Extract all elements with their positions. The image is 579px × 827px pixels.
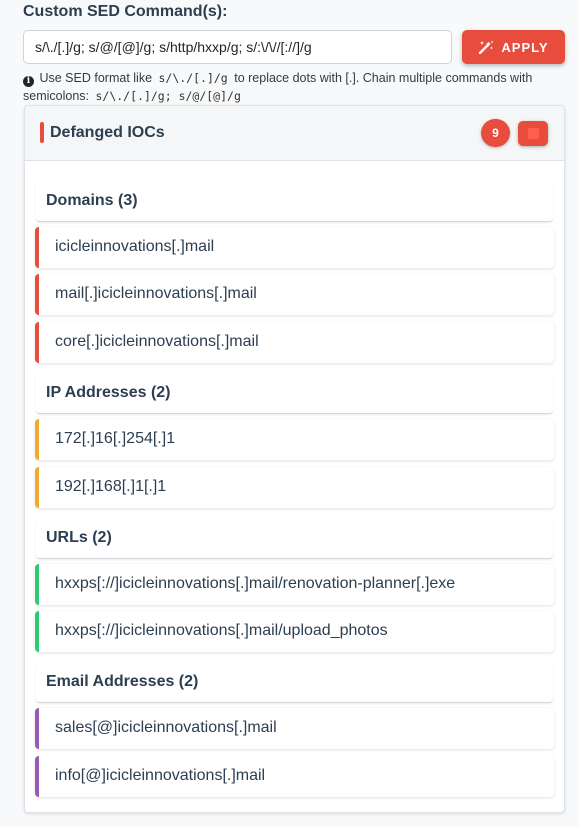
section-header-urls: URLs (2): [36, 517, 553, 559]
ioc-item-email[interactable]: sales[@]icicleinnovations[.]mail: [35, 708, 554, 749]
section-header-ip-addresses: IP Addresses (2): [36, 372, 553, 414]
apply-label: APPLY: [501, 39, 549, 55]
stop-icon: [527, 128, 539, 139]
stop-button[interactable]: [518, 121, 548, 146]
ioc-item-url[interactable]: hxxps[://]icicleinnovations[.]mail/renov…: [35, 564, 554, 605]
hint-example-2: s/\./[.]/g; s/@/[@]/g: [95, 89, 241, 103]
defanged-iocs-panel: Defanged IOCs 9 Domains (3) icicleinnova…: [24, 105, 565, 813]
sed-hint: i Use SED format like s/\./[.]/g to repl…: [23, 69, 563, 105]
ioc-item-ip[interactable]: 192[.]168[.]1[.]1: [35, 467, 554, 508]
panel-header: Defanged IOCs 9: [25, 106, 564, 161]
info-circle-icon: i: [23, 76, 34, 87]
magic-wand-icon: [479, 41, 494, 54]
ioc-item-ip[interactable]: 172[.]16[.]254[.]1: [35, 419, 554, 460]
ioc-item-domain[interactable]: mail[.]icicleinnovations[.]mail: [35, 274, 554, 315]
ioc-item-domain[interactable]: icicleinnovations[.]mail: [35, 227, 554, 268]
section-header-email-addresses: Email Addresses (2): [36, 661, 553, 703]
section-header-domains: Domains (3): [36, 180, 553, 222]
sed-command-input[interactable]: [23, 30, 452, 64]
sed-label: Custom SED Command(s):: [23, 3, 228, 20]
ioc-count-badge: 9: [481, 119, 510, 147]
title-accent-bar: [40, 122, 44, 143]
ioc-item-domain[interactable]: core[.]icicleinnovations[.]mail: [35, 322, 554, 363]
hint-prefix: Use SED format like: [39, 71, 153, 85]
ioc-item-url[interactable]: hxxps[://]icicleinnovations[.]mail/uploa…: [35, 611, 554, 652]
panel-title: Defanged IOCs: [50, 124, 165, 141]
apply-button[interactable]: APPLY: [462, 30, 565, 64]
hint-example-1: s/\./[.]/g: [158, 71, 228, 85]
ioc-item-email[interactable]: info[@]icicleinnovations[.]mail: [35, 756, 554, 797]
